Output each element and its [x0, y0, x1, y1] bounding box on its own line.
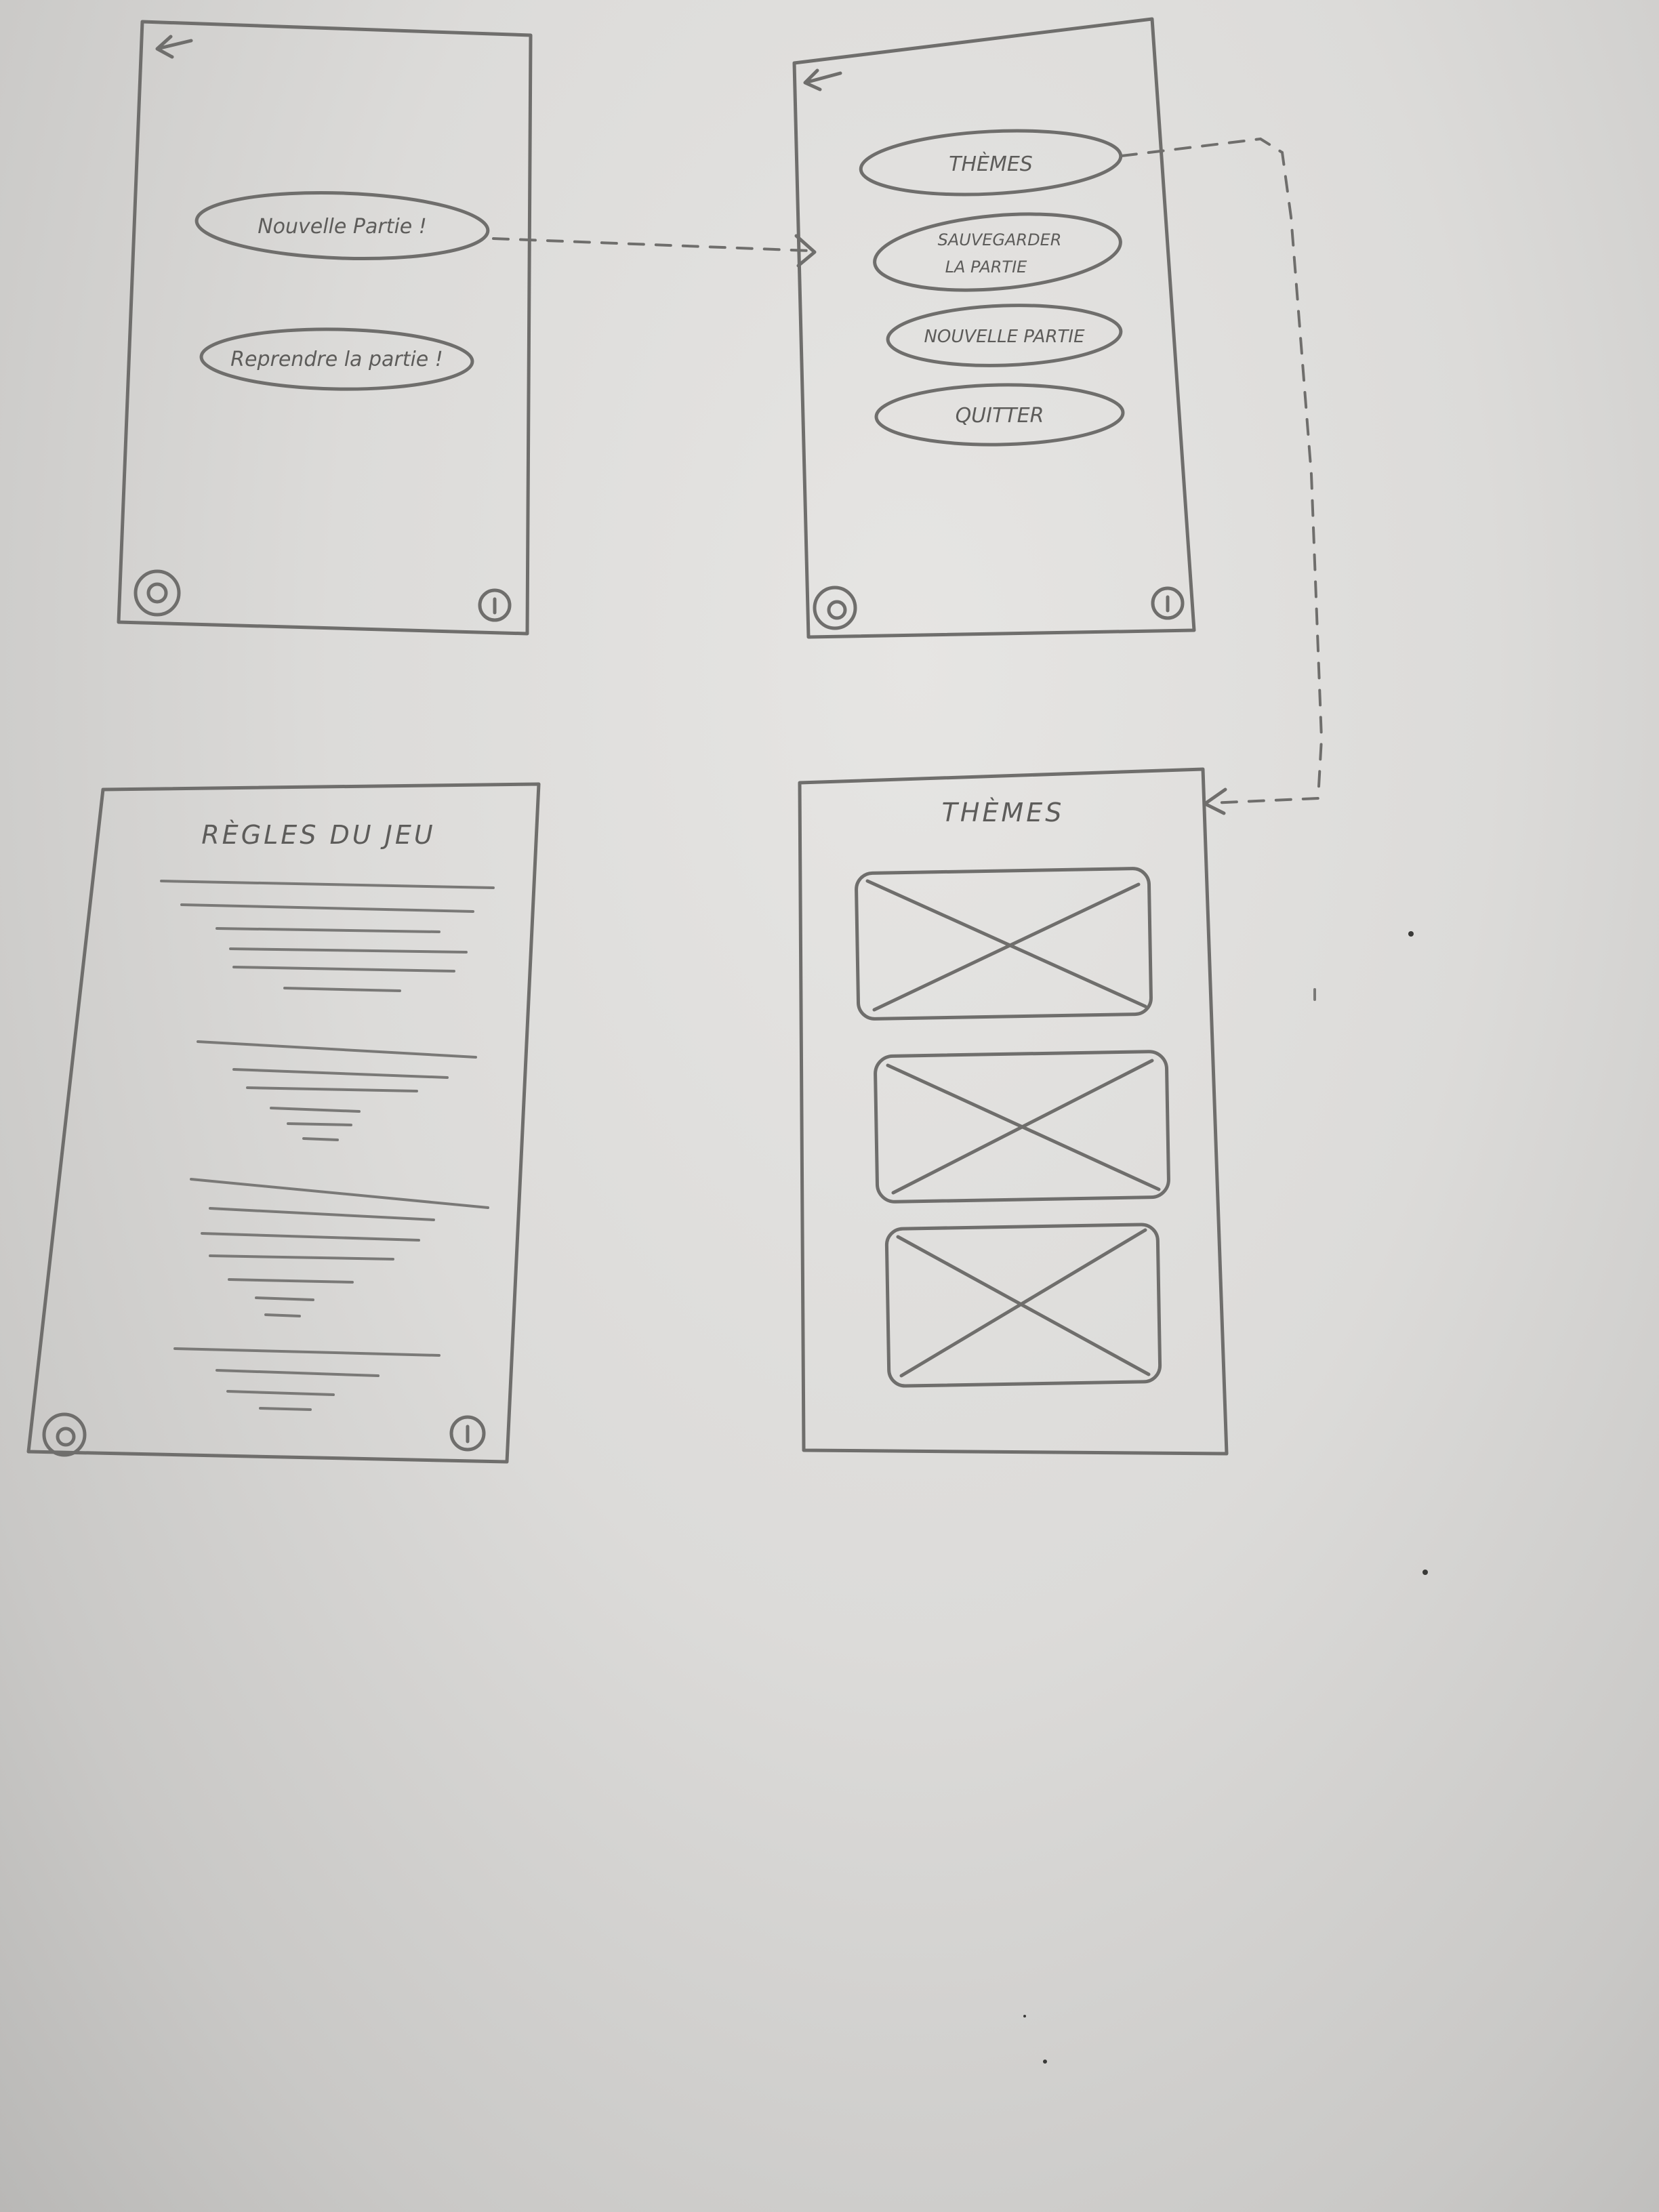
screen-rules-frame	[26, 782, 541, 1464]
themes-button[interactable]: THÈMES	[859, 125, 1123, 201]
resume-label: Reprendre la partie !	[230, 348, 443, 371]
gear-icon[interactable]	[813, 586, 857, 630]
image-placeholder-icon	[896, 1228, 1151, 1378]
image-placeholder-icon	[886, 1059, 1161, 1195]
new-game-label: NOUVELLE PARTIE	[924, 327, 1085, 347]
flow-arrow-home-to-menu	[492, 234, 817, 268]
new-game-button[interactable]: NOUVELLE PARTIE	[886, 302, 1123, 369]
new-game-label: Nouvelle Partie !	[258, 215, 427, 239]
gear-icon[interactable]	[42, 1412, 87, 1457]
info-icon[interactable]	[1151, 586, 1185, 620]
image-placeholder-icon	[865, 879, 1147, 1012]
back-arrow-icon[interactable]	[803, 68, 842, 91]
theme-card[interactable]	[884, 1223, 1162, 1388]
save-game-button[interactable]: SAUVEGARDER LA PARTIE	[872, 205, 1124, 299]
save-label-line2: LA PARTIE	[945, 258, 1028, 276]
screen-themes: THÈMES	[798, 767, 1229, 1456]
flow-arrow-menu-to-themes	[1120, 137, 1324, 1001]
paper-marks	[1023, 931, 1428, 2064]
info-icon[interactable]	[449, 1415, 486, 1452]
save-label-line1: SAUVEGARDER	[938, 230, 1062, 249]
themes-title: THÈMES	[942, 798, 1065, 827]
gear-icon[interactable]	[134, 569, 181, 617]
resume-button[interactable]: Reprendre la partie !	[199, 327, 474, 392]
new-game-button[interactable]: Nouvelle Partie !	[194, 188, 490, 264]
quit-button[interactable]: QUITTER	[874, 383, 1125, 447]
rules-title: RÈGLES DU JEU	[201, 820, 435, 850]
themes-label: THÈMES	[949, 152, 1033, 176]
back-arrow-icon[interactable]	[155, 35, 193, 59]
screen-home: Nouvelle Partie ! Reprendre la partie !	[117, 20, 533, 636]
wireframe-sketch: Nouvelle Partie ! Reprendre la partie ! …	[26, 17, 1428, 2064]
screen-rules: RÈGLES DU JEU	[26, 782, 541, 1464]
theme-card[interactable]	[855, 867, 1153, 1021]
rules-text-block	[160, 880, 495, 1411]
screen-menu: THÈMES SAUVEGARDER LA PARTIE NOUVELLE PA…	[792, 17, 1196, 639]
theme-card[interactable]	[874, 1050, 1170, 1204]
info-icon[interactable]	[478, 588, 512, 622]
quit-label: QUITTER	[956, 404, 1044, 428]
